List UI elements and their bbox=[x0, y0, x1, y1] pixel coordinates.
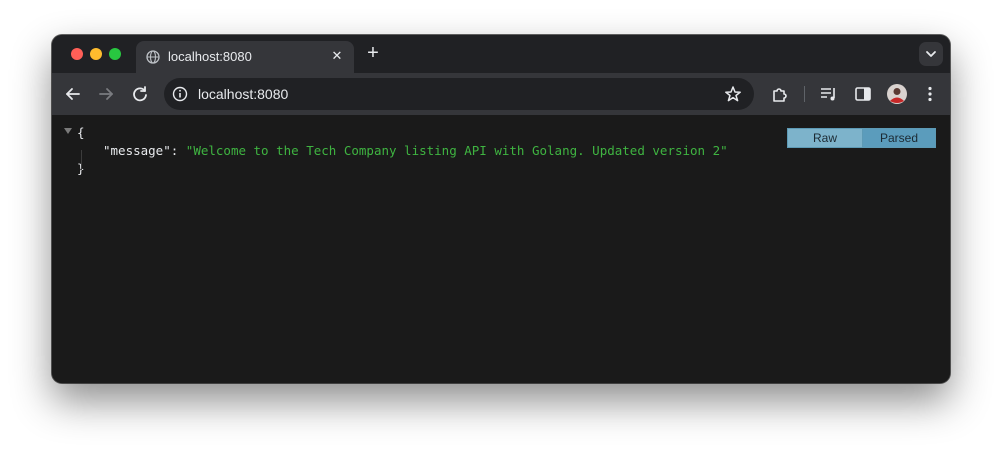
arrow-left-icon[interactable] bbox=[62, 83, 84, 105]
json-value: "Welcome to the Tech Company listing API… bbox=[185, 143, 728, 158]
media-playlist-icon[interactable] bbox=[818, 83, 840, 105]
tab-search-button[interactable] bbox=[919, 42, 943, 66]
arrow-right-icon[interactable] bbox=[95, 83, 117, 105]
json-viewer: { "message": "Welcome to the Tech Compan… bbox=[64, 124, 744, 178]
reload-icon[interactable] bbox=[129, 83, 151, 105]
parsed-button[interactable]: Parsed bbox=[863, 128, 936, 148]
globe-icon bbox=[146, 50, 160, 64]
indent-guide bbox=[81, 150, 82, 170]
page-content: { "message": "Welcome to the Tech Compan… bbox=[52, 115, 950, 383]
collapse-toggle[interactable] bbox=[64, 128, 72, 134]
minimize-window-button[interactable] bbox=[90, 48, 102, 60]
avatar[interactable] bbox=[886, 83, 908, 105]
address-bar[interactable]: localhost:8080 bbox=[164, 78, 754, 110]
plus-icon[interactable]: + bbox=[362, 43, 384, 65]
browser-window: localhost:8080 ✕ + localhost:8080 {"mes… bbox=[52, 35, 950, 383]
json-separator: : bbox=[170, 143, 186, 158]
maximize-window-button[interactable] bbox=[109, 48, 121, 60]
close-icon[interactable]: ✕ bbox=[330, 49, 344, 63]
tab-title: localhost:8080 bbox=[168, 49, 252, 64]
puzzle-icon[interactable] bbox=[769, 83, 791, 105]
star-icon[interactable] bbox=[724, 85, 742, 103]
view-mode-toggle: Raw Parsed bbox=[787, 128, 936, 148]
json-key: "message" bbox=[103, 143, 171, 158]
info-icon[interactable] bbox=[172, 86, 188, 102]
toolbar: localhost:8080 bbox=[52, 73, 950, 115]
kebab-menu-icon[interactable] bbox=[919, 83, 941, 105]
close-window-button[interactable] bbox=[71, 48, 83, 60]
side-panel-icon[interactable] bbox=[852, 83, 874, 105]
title-bar: localhost:8080 ✕ + bbox=[52, 35, 950, 73]
json-open-brace: { bbox=[77, 125, 85, 140]
chevron-down-icon bbox=[926, 51, 936, 57]
url-text[interactable]: localhost:8080 bbox=[198, 86, 288, 102]
toolbar-divider bbox=[804, 86, 805, 102]
raw-button[interactable]: Raw bbox=[787, 128, 863, 148]
tab-localhost[interactable]: localhost:8080 ✕ bbox=[136, 41, 354, 73]
json-entry: "message": "Welcome to the Tech Company … bbox=[103, 142, 728, 160]
